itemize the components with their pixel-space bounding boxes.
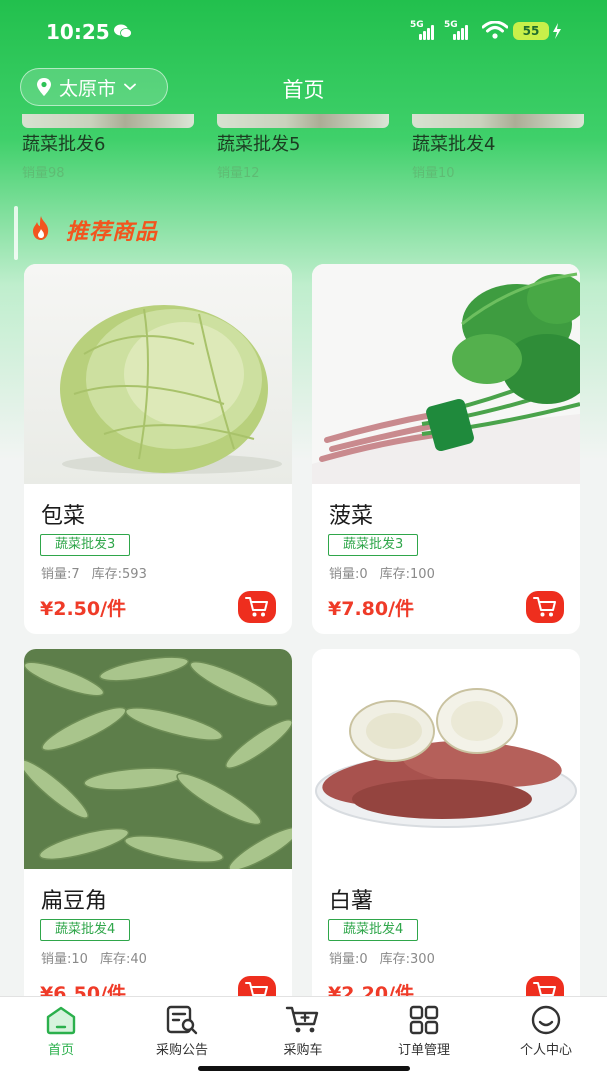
announcement-icon xyxy=(166,1005,198,1035)
store-image xyxy=(412,114,584,128)
store-name: 蔬菜批发4 xyxy=(412,134,496,155)
store-image xyxy=(22,114,194,128)
product-name: 扁豆角 xyxy=(41,889,108,914)
tab-label: 采购车 xyxy=(283,1043,323,1058)
product-card[interactable]: 包菜 蔬菜批发3 销量:7 库存:593 ¥2.50/件 xyxy=(24,264,292,634)
product-price: ¥7.80/件 xyxy=(328,598,415,620)
product-sales: 销量:0 xyxy=(329,567,368,582)
status-bar: 10:25 5G 5G 55 xyxy=(0,0,607,62)
product-price: ¥2.50/件 xyxy=(40,598,127,620)
cart-icon xyxy=(285,1006,319,1033)
signal-label: 5G xyxy=(444,20,458,30)
smile-icon xyxy=(531,1005,561,1035)
home-icon xyxy=(46,1006,76,1035)
charging-icon xyxy=(553,23,561,39)
tab-label: 订单管理 xyxy=(397,1043,450,1058)
add-to-cart-button[interactable] xyxy=(526,976,564,996)
battery-indicator: 55 xyxy=(513,22,549,40)
product-image xyxy=(24,264,292,484)
add-to-cart-button[interactable] xyxy=(526,591,564,623)
store-name: 蔬菜批发5 xyxy=(217,134,301,155)
product-name: 包菜 xyxy=(41,504,86,529)
product-stock: 库存:593 xyxy=(91,567,147,582)
product-name: 白薯 xyxy=(329,889,374,914)
tab-orders[interactable]: 订单管理 xyxy=(374,1005,474,1058)
cart-icon xyxy=(245,597,268,617)
wifi-icon xyxy=(482,21,508,39)
product-image xyxy=(24,649,292,869)
section-title: 推荐商品 xyxy=(66,220,159,245)
store-tag[interactable]: 蔬菜批发3 xyxy=(40,534,131,556)
product-price: ¥2.20/件 xyxy=(328,983,415,996)
store-card[interactable]: 蔬菜批发5 销量12 xyxy=(217,114,389,181)
product-card[interactable]: 白薯 蔬菜批发4 销量:0 库存:300 ¥2.20/件 xyxy=(312,649,580,996)
product-stock: 库存:300 xyxy=(379,952,435,967)
cart-icon xyxy=(245,982,268,996)
product-meta: 销量:7 库存:593 xyxy=(41,563,147,582)
tab-label: 首页 xyxy=(47,1043,74,1058)
page-title: 首页 xyxy=(282,78,325,102)
product-name: 菠菜 xyxy=(329,504,374,529)
product-meta: 销量:10 库存:40 xyxy=(41,948,147,967)
tab-label: 个人中心 xyxy=(519,1043,572,1058)
product-image xyxy=(312,649,580,869)
store-tag[interactable]: 蔬菜批发4 xyxy=(328,919,419,941)
tab-label: 采购公告 xyxy=(155,1043,208,1058)
product-sales: 销量:7 xyxy=(41,567,80,582)
store-list: 蔬菜批发6 销量98 蔬菜批发5 销量12 蔬菜批发4 销量10 xyxy=(0,114,607,186)
home-indicator xyxy=(198,1066,410,1071)
product-image xyxy=(312,264,580,484)
cart-icon xyxy=(533,597,556,617)
store-sales: 销量12 xyxy=(217,166,260,181)
store-tag[interactable]: 蔬菜批发3 xyxy=(328,534,419,556)
fire-icon xyxy=(33,216,49,240)
cart-icon xyxy=(533,982,556,996)
product-sales: 销量:10 xyxy=(41,952,88,967)
add-to-cart-button[interactable] xyxy=(238,591,276,623)
product-card[interactable]: 菠菜 蔬菜批发3 销量:0 库存:100 ¥7.80/件 xyxy=(312,264,580,634)
store-name: 蔬菜批发6 xyxy=(22,134,106,155)
signal-label: 5G xyxy=(410,20,424,30)
section-divider xyxy=(14,206,18,260)
product-stock: 库存:40 xyxy=(99,952,147,967)
store-card[interactable]: 蔬菜批发6 销量98 xyxy=(22,114,194,181)
product-stock: 库存:100 xyxy=(379,567,435,582)
product-meta: 销量:0 库存:300 xyxy=(329,948,435,967)
product-sales: 销量:0 xyxy=(329,952,368,967)
product-price: ¥6.50/件 xyxy=(40,983,127,996)
tab-profile[interactable]: 个人中心 xyxy=(496,1005,596,1058)
store-sales: 销量98 xyxy=(22,166,65,181)
product-grid: 包菜 蔬菜批发3 销量:7 库存:593 ¥2.50/件 菠菜 蔬菜批发3 销量… xyxy=(24,264,580,996)
store-card[interactable]: 蔬菜批发4 销量10 xyxy=(412,114,584,181)
grid-icon xyxy=(409,1005,439,1035)
tab-cart[interactable]: 采购车 xyxy=(253,1005,353,1058)
tab-home[interactable]: 首页 xyxy=(11,1005,111,1058)
signal-icon: 5G xyxy=(410,20,436,40)
product-card[interactable]: 扁豆角 蔬菜批发4 销量:10 库存:40 ¥6.50/件 xyxy=(24,649,292,996)
product-meta: 销量:0 库存:100 xyxy=(329,563,435,582)
store-sales: 销量10 xyxy=(412,166,455,181)
status-time: 10:25 xyxy=(46,20,110,44)
wechat-icon xyxy=(114,24,132,38)
signal-icon: 5G xyxy=(444,20,470,40)
tab-announcements[interactable]: 采购公告 xyxy=(132,1005,232,1058)
store-image xyxy=(217,114,389,128)
store-tag[interactable]: 蔬菜批发4 xyxy=(40,919,131,941)
add-to-cart-button[interactable] xyxy=(238,976,276,996)
